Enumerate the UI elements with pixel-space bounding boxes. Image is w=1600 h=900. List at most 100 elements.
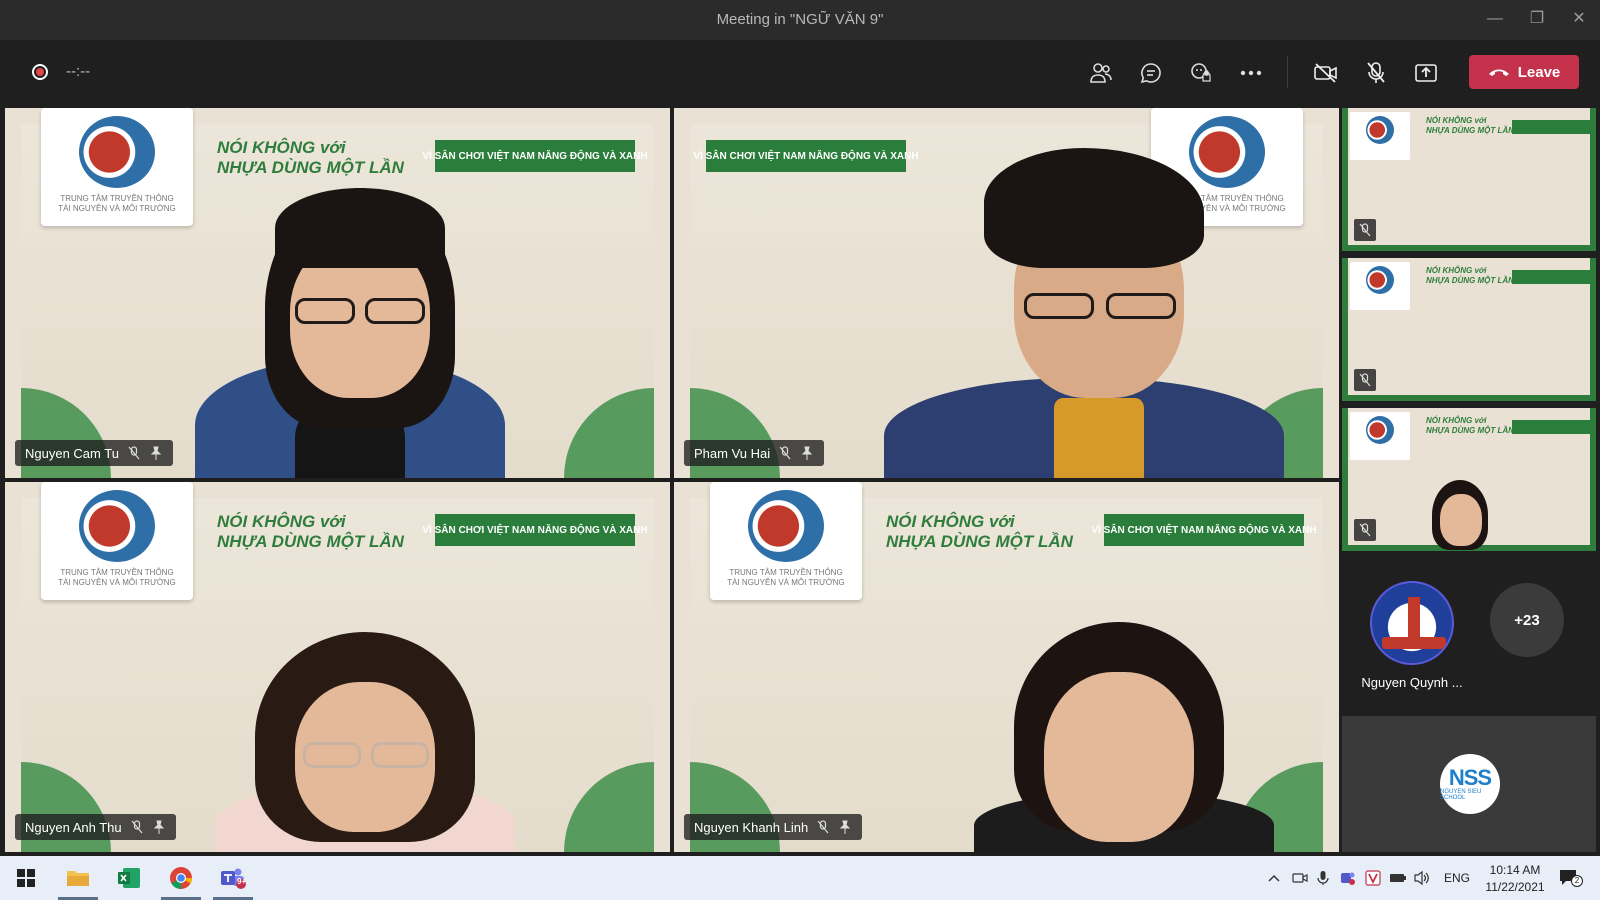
participant-video [195,632,535,852]
vivaldi-tray-icon[interactable] [1363,868,1383,888]
clock-time: 10:14 AM [1489,863,1541,877]
participant-nameplate: Nguyen Anh Thu [15,814,176,840]
mic-off-icon [1354,219,1376,241]
video-tile-nguyen-anh-thu[interactable]: TRUNG TÂM TRUYỀN THÔNG TÀI NGUYÊN VÀ MÔI … [5,482,670,852]
mic-off-icon [1354,519,1376,541]
campaign-headline: NÓI KHÔNG với NHỰA DÙNG MỘT LẦN [1426,266,1514,285]
campaign-banner [1512,420,1592,434]
participant-name: Nguyen Anh Thu [25,819,122,835]
reactions-button[interactable] [1186,58,1216,88]
antivirus-icon [1365,870,1381,886]
mic-off-icon [778,446,792,460]
participant-name: Nguyen Cam Tu [25,445,119,461]
center-logo: TRUNG TÂM TRUYỀN THÔNG TÀI NGUYÊN VÀ MÔI … [41,482,193,600]
meeting-toolbar: --:-- Leave [0,40,1600,104]
speaker-icon [1414,870,1429,886]
glasses [303,742,361,768]
participant-name: Nguyen Khanh Linh [694,819,809,835]
mic-toggle-button[interactable] [1361,58,1391,88]
shirt [1054,398,1144,478]
input-language[interactable]: ENG [1444,871,1470,885]
video-tile-nguyen-khanh-linh[interactable]: TRUNG TÂM TRUYỀN THÔNG TÀI NGUYÊN VÀ MÔI … [674,482,1339,852]
hair [984,148,1204,268]
battery-icon [1390,874,1406,882]
taskbar-clock[interactable]: 10:14 AM 11/22/2021 [1470,862,1560,896]
video-tile-nguyen-cam-tu[interactable]: TRUNG TÂM TRUYỀN THÔNG TÀI NGUYÊN VÀ MÔI … [5,108,670,478]
hang-up-icon [1488,69,1509,76]
emblem-icon [79,490,155,562]
excel-icon [118,868,140,888]
close-button[interactable]: ✕ [1564,8,1594,30]
minimize-button[interactable]: — [1480,8,1510,30]
notification-count: 2 [1571,875,1583,887]
pin-icon[interactable] [838,820,852,834]
tower-icon [1408,597,1420,637]
microphone-icon [1317,871,1329,885]
glasses [295,298,355,324]
bangs [275,188,445,268]
glasses [365,298,425,324]
mic-off-icon [1354,369,1376,391]
center-logo [1350,112,1410,160]
campaign-banner [1512,120,1592,134]
pin-icon[interactable] [149,446,163,460]
share-screen-button[interactable] [1411,58,1441,88]
emblem-icon [748,490,824,562]
more-participants-button[interactable]: +23 [1490,583,1564,657]
participants-button[interactable] [1086,58,1116,88]
chat-button[interactable] [1136,58,1166,88]
campaign-headline: NÓI KHÔNG với NHỰA DÙNG MỘT LẦN [217,512,404,551]
mic-off-icon [816,820,830,834]
share-icon [1415,64,1437,82]
window-title: Meeting in "NGỮ VĂN 9" [716,11,884,28]
teams-button[interactable]: 9+ [213,862,253,900]
microphone-tray-icon[interactable] [1313,868,1333,888]
self-view-tile[interactable]: NSS NGUYEN SIEU SCHOOL [1342,716,1596,852]
action-center-button[interactable]: 2 [1556,866,1583,890]
thumbnail-tile[interactable]: NÓI KHÔNG với NHỰA DÙNG MỘT LẦN [1342,258,1596,401]
people-icon [1090,63,1112,83]
mic-off-icon [127,446,141,460]
more-actions-button[interactable] [1236,58,1266,88]
raise-hand-icon [1191,63,1211,82]
school-logo-text: NSS [1448,765,1492,790]
leave-button[interactable]: Leave [1469,55,1579,89]
toolbar-divider [1287,56,1288,88]
excel-button[interactable] [109,862,149,894]
camera-toggle-button[interactable] [1311,58,1341,88]
windows-taskbar: 9+ ENG 10:14 AM 11/22/2021 2 [0,856,1600,900]
pin-icon[interactable] [152,820,166,834]
restore-button[interactable]: ❐ [1522,8,1552,30]
logo-caption: TRUNG TÂM TRUYỀN THÔNG TÀI NGUYÊN VÀ MÔI … [58,568,176,587]
title-bar: Meeting in "NGỮ VĂN 9" — ❐ ✕ [0,0,1600,40]
thumbnail-tile[interactable]: NÓI KHÔNG với NHỰA DÙNG MỘT LẦN [1342,408,1596,551]
pin-icon[interactable] [800,446,814,460]
camera-icon [1292,873,1308,883]
volume-tray-icon[interactable] [1412,868,1432,888]
emblem-icon [79,116,155,188]
thumbnail-tile[interactable]: NÓI KHÔNG với NHỰA DÙNG MỘT LẦN [1342,108,1596,251]
battery-tray-icon[interactable] [1388,868,1408,888]
teams-icon [1341,872,1355,885]
chat-icon [1140,63,1161,84]
campaign-headline: NÓI KHÔNG với NHỰA DÙNG MỘT LẦN [886,512,1073,551]
mic-off-icon [130,820,144,834]
face [1440,494,1482,546]
chrome-button[interactable] [161,862,201,900]
video-tile-pham-vu-hai[interactable]: TRUNG TÂM TRUYỀN THÔNG TÀI NGUYÊN VÀ MÔI … [674,108,1339,478]
avatar[interactable] [1370,581,1454,665]
clock-date: 11/22/2021 [1485,880,1545,894]
chrome-icon [170,867,192,889]
mic-off-icon [1367,62,1385,83]
campaign-headline: NÓI KHÔNG với NHỰA DÙNG MỘT LẦN [1426,116,1514,135]
meet-now-tray-icon[interactable] [1290,868,1310,888]
participant-nameplate: Nguyen Cam Tu [15,440,173,466]
show-hidden-icons-button[interactable] [1264,868,1284,888]
school-logo-subtitle: NGUYEN SIEU SCHOOL [1440,789,1482,801]
center-logo [1350,262,1410,310]
start-button[interactable] [6,862,46,894]
teams-tray-icon[interactable] [1338,868,1358,888]
meeting-timer: --:-- [66,63,91,80]
glasses [1106,293,1176,319]
file-explorer-button[interactable] [58,862,98,900]
